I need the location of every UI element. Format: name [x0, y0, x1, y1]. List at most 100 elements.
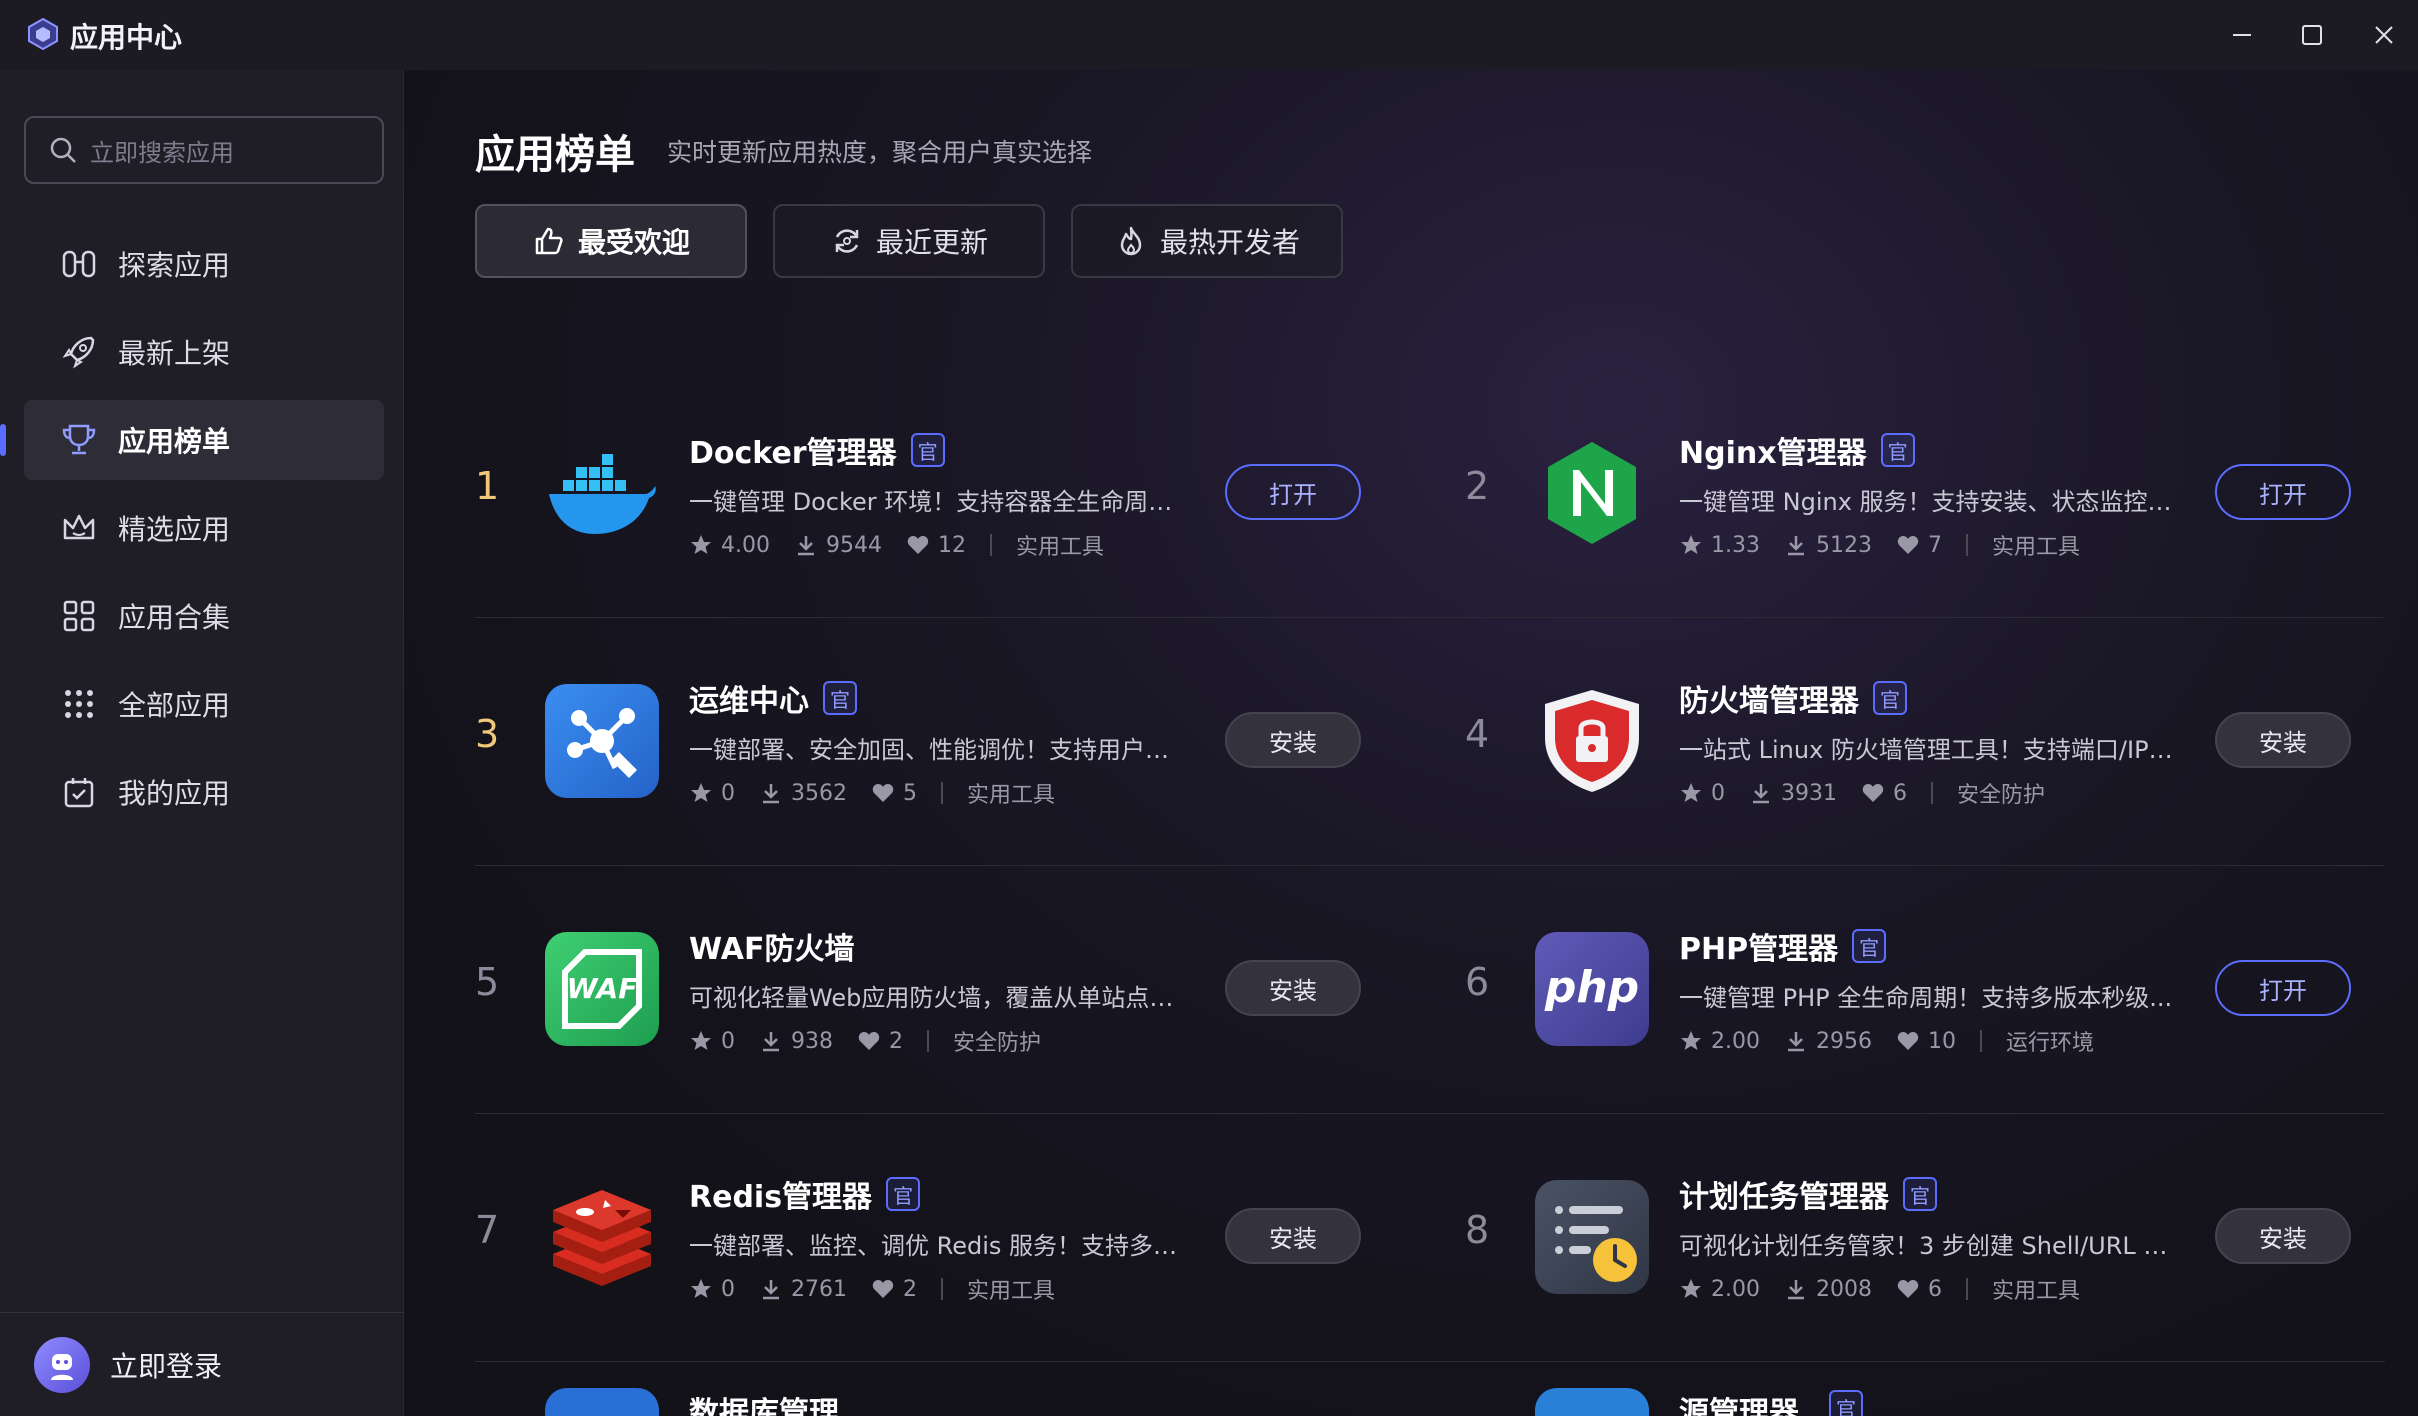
- app-ranking-list: 1 Docker管理器 官 一键管理 Docker 环境！支持容器全生命周期..…: [475, 370, 2385, 1362]
- app-card-docker[interactable]: 1 Docker管理器 官 一键管理 Docker 环境！支持容器全生命周期..…: [475, 370, 1430, 618]
- star-icon: [691, 535, 711, 554]
- app-info: PHP管理器 官 一键管理 PHP 全生命周期！支持多版本秒级... 2.00 …: [1679, 924, 2199, 1057]
- app-card-waf[interactable]: 5 WAF WAF防火墙 可视化轻量Web应用防火墙，覆盖从单站点到... 0 …: [475, 866, 1430, 1114]
- task-clock-icon: [1535, 1180, 1649, 1294]
- open-button[interactable]: 打开: [1225, 464, 1361, 520]
- install-button[interactable]: 安装: [1225, 1208, 1361, 1264]
- search-placeholder: 立即搜索应用: [90, 138, 234, 167]
- sidebar-item-explore[interactable]: 探索应用: [24, 224, 384, 304]
- tab-hot-developers[interactable]: 最热开发者: [1071, 204, 1343, 278]
- heart-icon: [872, 1280, 894, 1298]
- divider: [1931, 782, 1933, 804]
- heart-icon: [1897, 1032, 1919, 1050]
- app-downloads: 938: [791, 1028, 833, 1054]
- open-button[interactable]: 打开: [2215, 960, 2351, 1016]
- partial-row: 数据库管理 源管理器 官: [475, 1358, 2385, 1416]
- open-button[interactable]: 打开: [2215, 464, 2351, 520]
- divider: [989, 534, 992, 556]
- maximize-icon: [2302, 25, 2322, 45]
- install-button[interactable]: 安装: [2215, 712, 2351, 768]
- app-downloads: 3931: [1781, 780, 1837, 806]
- sidebar-item-mine[interactable]: 我的应用: [24, 752, 384, 832]
- title-bar: 应用中心: [0, 0, 2418, 70]
- install-button[interactable]: 安装: [2215, 1208, 2351, 1264]
- rank-number: 2: [1465, 464, 1490, 508]
- login-area[interactable]: 立即登录: [0, 1312, 404, 1416]
- app-card-redis[interactable]: 7 Redis管理器 官 一键部署、监控、调优 Redis 服务！支持多版...…: [475, 1114, 1430, 1362]
- app-card-ops-center[interactable]: 3 运维中心 官 一键部署、安全加固、性能调优！支持用户权... 0 3562 …: [475, 618, 1430, 866]
- rank-number: 3: [475, 712, 500, 756]
- app-description: 一站式 Linux 防火墙管理工具！支持端口/IP规...: [1679, 736, 2179, 764]
- official-badge: 官: [910, 433, 945, 467]
- app-name: WAF防火墙: [689, 932, 855, 967]
- app-logo-icon: [28, 17, 58, 51]
- close-icon: [2375, 26, 2393, 44]
- app-category: 实用工具: [1015, 535, 1104, 560]
- app-name: 数据库管理: [689, 1396, 839, 1416]
- app-info: 计划任务管理器 官 可视化计划任务管家！3 步创建 Shell/URL 任...…: [1679, 1172, 2199, 1305]
- app-name: 运维中心: [689, 684, 809, 719]
- app-description: 一键部署、监控、调优 Redis 服务！支持多版...: [689, 1232, 1189, 1260]
- sidebar-item-label: 探索应用: [118, 249, 231, 282]
- sidebar-item-label: 应用合集: [118, 601, 231, 634]
- app-card-php[interactable]: 6 php PHP管理器 官 一键管理 PHP 全生命周期！支持多版本秒级...…: [1465, 866, 2418, 1114]
- shield-lock-icon: [1535, 684, 1649, 798]
- app-rating: 1.33: [1711, 532, 1760, 558]
- minimize-button[interactable]: [2222, 15, 2262, 55]
- official-badge: 官: [886, 1177, 921, 1211]
- sidebar-nav: 探索应用 最新上架 应用榜单 精选应用 应用合集 全部应用 我的应用: [0, 224, 384, 840]
- app-card-firewall[interactable]: 4 防火墙管理器 官 一站式 Linux 防火墙管理工具！支持端口/IP规...…: [1465, 618, 2418, 866]
- tab-label: 最受欢迎: [577, 226, 690, 259]
- official-badge: 官: [1880, 433, 1915, 467]
- partial-app-icon: [1535, 1388, 1649, 1416]
- download-icon: [797, 536, 814, 556]
- app-description: 可视化计划任务管家！3 步创建 Shell/URL 任...: [1679, 1232, 2179, 1260]
- tab-most-popular[interactable]: 最受欢迎: [475, 204, 747, 278]
- sidebar-item-ranking[interactable]: 应用榜单: [0, 400, 384, 480]
- tab-recently-updated[interactable]: 最近更新: [773, 204, 1045, 278]
- search-input[interactable]: 立即搜索应用: [24, 116, 384, 184]
- install-button[interactable]: 安装: [1225, 960, 1361, 1016]
- app-likes: 2: [889, 1028, 903, 1054]
- app-description: 一键管理 PHP 全生命周期！支持多版本秒级...: [1679, 984, 2173, 1012]
- install-button[interactable]: 安装: [1225, 712, 1361, 768]
- app-rating: 2.00: [1711, 1276, 1760, 1302]
- sidebar-item-featured[interactable]: 精选应用: [24, 488, 384, 568]
- search-icon: [50, 137, 76, 163]
- app-meta: 1.33 5123 7 实用工具: [1679, 529, 2199, 561]
- app-rating: 0: [1711, 780, 1725, 806]
- divider: [1979, 1030, 1982, 1052]
- app-rating: 4.00: [721, 532, 770, 558]
- app-downloads: 9544: [825, 532, 882, 558]
- table-row: 5 WAF WAF防火墙 可视化轻量Web应用防火墙，覆盖从单站点到... 0 …: [475, 866, 2385, 1114]
- close-button[interactable]: [2364, 15, 2404, 55]
- avatar: [34, 1336, 90, 1393]
- sidebar-item-label: 应用榜单: [118, 425, 231, 458]
- trophy-icon: [60, 421, 98, 459]
- sidebar-item-newest[interactable]: 最新上架: [24, 312, 384, 392]
- app-category: 实用工具: [1991, 535, 2080, 560]
- divider: [941, 1278, 943, 1300]
- app-card-cron[interactable]: 8 计划任务管理器 官 可视化计划任务管家！3 步创建 Shell/URL 任.…: [1465, 1114, 2418, 1362]
- rank-number: 7: [475, 1208, 500, 1252]
- heart-icon: [907, 536, 929, 554]
- app-category: 实用工具: [1991, 1279, 2080, 1304]
- app-likes: 12: [937, 532, 966, 558]
- sidebar-item-all[interactable]: 全部应用: [24, 664, 384, 744]
- docker-icon: [545, 436, 659, 550]
- maximize-button[interactable]: [2292, 15, 2332, 55]
- app-meta: 0 2761 2 实用工具: [689, 1273, 1209, 1305]
- official-badge: 官: [1852, 929, 1887, 963]
- sidebar-item-label: 最新上架: [118, 337, 231, 370]
- download-icon: [763, 784, 779, 804]
- sidebar-item-collections[interactable]: 应用合集: [24, 576, 384, 656]
- sidebar-item-label: 全部应用: [118, 689, 231, 722]
- download-icon: [1787, 1280, 1804, 1300]
- app-downloads: 2761: [791, 1276, 847, 1302]
- login-button[interactable]: 立即登录: [110, 1345, 222, 1385]
- app-meta: 4.00 9544 12 实用工具: [689, 529, 1209, 561]
- app-card-nginx[interactable]: 2 Nginx管理器 官 一键管理 Nginx 服务！支持安装、状态监控、...…: [1465, 370, 2418, 618]
- download-icon: [763, 1280, 779, 1300]
- download-icon: [1787, 1032, 1804, 1052]
- app-rating: 2.00: [1711, 1028, 1760, 1054]
